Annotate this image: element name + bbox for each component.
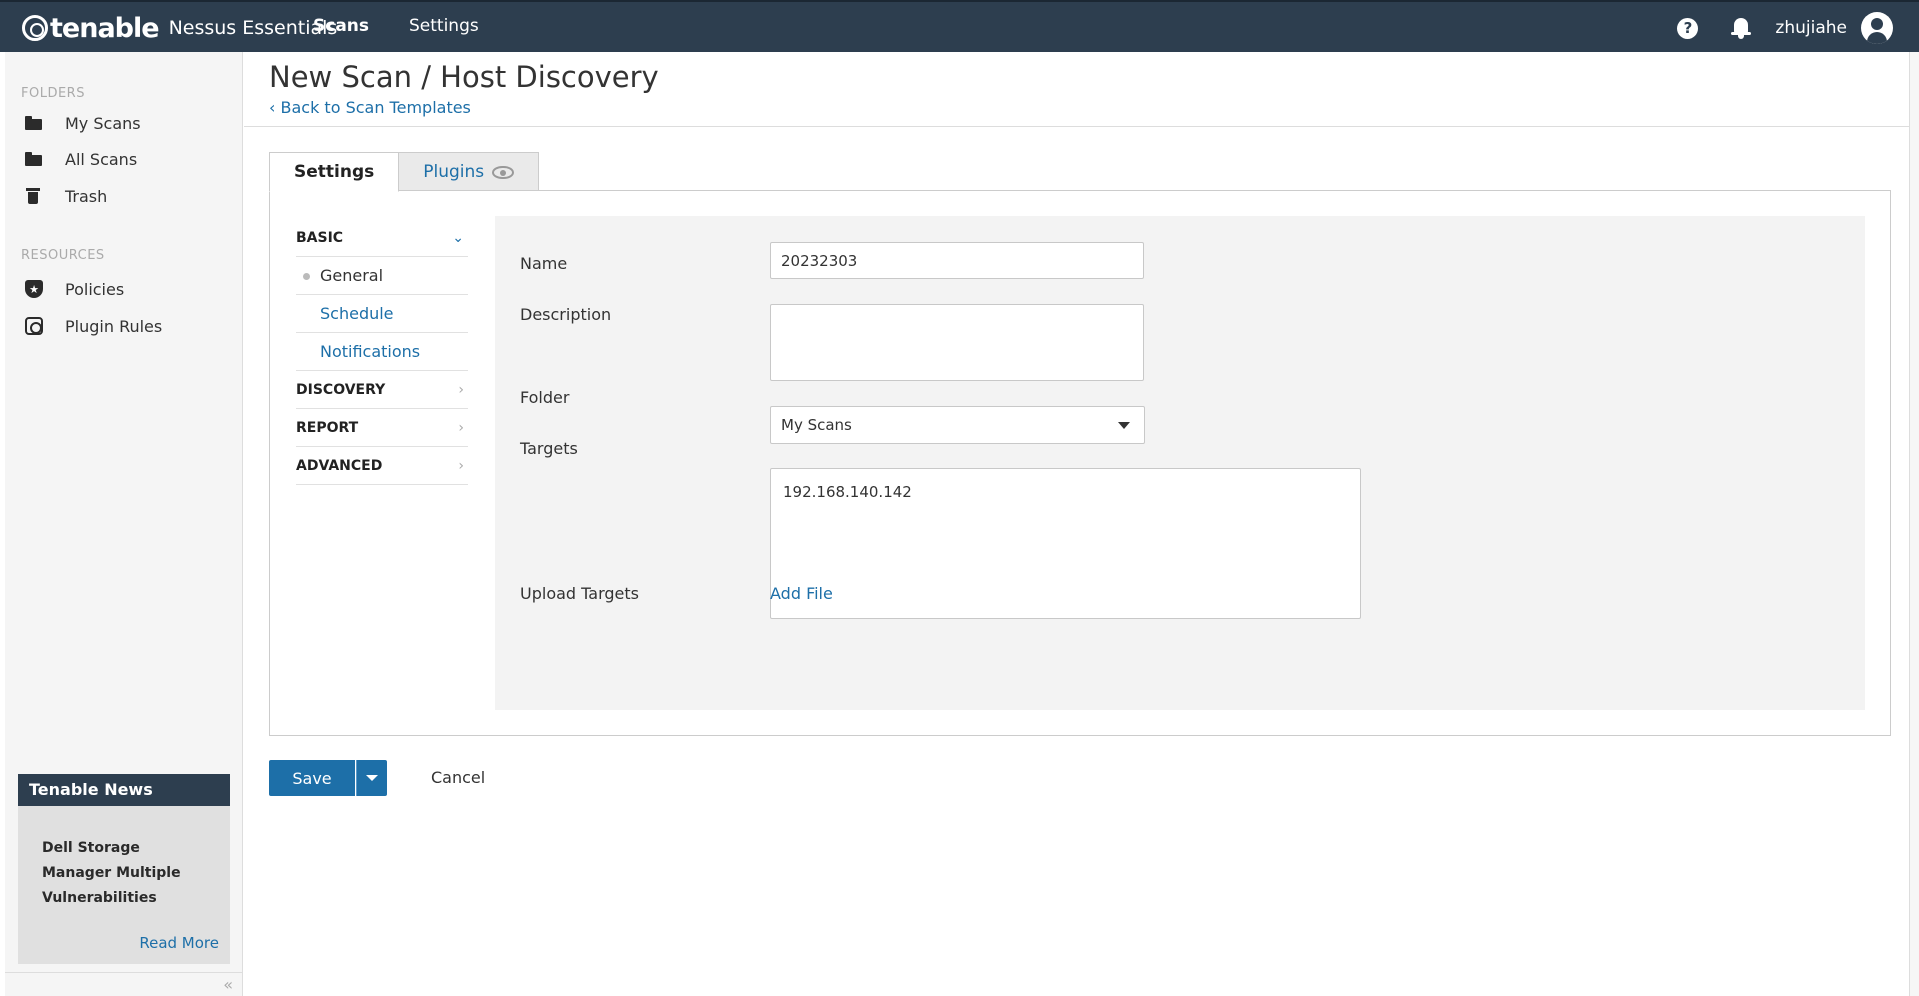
top-bar: tenable Nessus Essentials Scans Settings… bbox=[0, 0, 1919, 52]
trash-icon bbox=[25, 187, 43, 205]
current-item-dot bbox=[303, 273, 310, 280]
right-scroll-edge bbox=[1909, 52, 1919, 996]
menu-section-advanced[interactable]: ADVANCED › bbox=[296, 447, 468, 485]
chevron-down-icon: ⌄ bbox=[452, 229, 464, 246]
name-input[interactable]: 20232303 bbox=[770, 242, 1144, 279]
sidebar-item-label: All Scans bbox=[65, 149, 138, 169]
caret-down-icon bbox=[366, 775, 378, 781]
folder-icon bbox=[25, 150, 43, 168]
brand-name: tenable bbox=[50, 12, 160, 44]
menu-item-notifications[interactable]: Notifications bbox=[296, 333, 468, 371]
nav-settings[interactable]: Settings bbox=[409, 16, 479, 36]
folder-select[interactable]: My Scans bbox=[770, 406, 1145, 444]
notifications-bell-icon[interactable] bbox=[1731, 17, 1752, 39]
header-divider bbox=[244, 126, 1919, 127]
news-title: Tenable News bbox=[18, 774, 230, 806]
menu-item-general[interactable]: General bbox=[296, 257, 468, 295]
chevron-right-icon: › bbox=[458, 457, 464, 474]
tab-label: Settings bbox=[294, 162, 375, 182]
sidebar-item-label: Trash bbox=[65, 186, 108, 206]
sidebar-item-policies[interactable]: ★ Policies bbox=[25, 276, 124, 302]
menu-section-label: DISCOVERY bbox=[296, 381, 386, 398]
save-button[interactable]: Save bbox=[269, 760, 355, 796]
add-file-link[interactable]: Add File bbox=[770, 584, 833, 603]
sidebar-item-label: Policies bbox=[65, 279, 125, 299]
tenable-news-widget: Tenable News Dell Storage Manager Multip… bbox=[18, 774, 230, 964]
news-read-more-link[interactable]: Read More bbox=[139, 934, 219, 952]
menu-item-label: General bbox=[320, 266, 384, 285]
targets-textarea[interactable]: 192.168.140.142 bbox=[770, 468, 1361, 619]
tab-label: Plugins bbox=[423, 162, 485, 182]
sidebar-item-plugin-rules[interactable]: Plugin Rules bbox=[25, 313, 162, 339]
plugin-rules-icon bbox=[25, 317, 43, 335]
settings-menu: BASIC ⌄ General Schedule Notifications D… bbox=[296, 219, 468, 485]
tenable-logo[interactable]: tenable Nessus Essentials bbox=[22, 12, 337, 44]
help-icon[interactable]: ? bbox=[1677, 17, 1699, 39]
tenable-logo-icon bbox=[22, 15, 48, 41]
folder-label: Folder bbox=[520, 388, 570, 407]
cancel-button[interactable]: Cancel bbox=[431, 768, 485, 787]
chevron-right-icon: › bbox=[458, 381, 464, 398]
name-label: Name bbox=[520, 254, 568, 273]
policy-shield-icon: ★ bbox=[25, 280, 43, 298]
general-settings-form: Name 20232303 Description Folder My Scan… bbox=[495, 216, 1865, 710]
page-title: New Scan / Host Discovery bbox=[269, 60, 659, 94]
upload-targets-label: Upload Targets bbox=[520, 584, 639, 603]
chevron-right-icon: › bbox=[458, 419, 464, 436]
tab-settings[interactable]: Settings bbox=[269, 152, 400, 192]
caret-down-icon bbox=[1118, 421, 1130, 429]
sidebar-item-label: Plugin Rules bbox=[65, 316, 163, 336]
description-textarea[interactable] bbox=[770, 304, 1144, 381]
folder-icon bbox=[25, 114, 43, 132]
settings-panel: BASIC ⌄ General Schedule Notifications D… bbox=[269, 190, 1891, 736]
eye-icon bbox=[492, 165, 515, 179]
menu-section-label: REPORT bbox=[296, 419, 359, 436]
sidebar-collapse-bar: « bbox=[5, 972, 243, 996]
username[interactable]: zhujiahe bbox=[1775, 18, 1847, 38]
folders-section-title: FOLDERS bbox=[21, 86, 85, 101]
menu-section-report[interactable]: REPORT › bbox=[296, 409, 468, 447]
save-options-dropdown[interactable] bbox=[356, 760, 387, 796]
menu-section-label: ADVANCED bbox=[296, 457, 383, 474]
product-name: Nessus Essentials bbox=[168, 17, 338, 39]
menu-item-schedule[interactable]: Schedule bbox=[296, 295, 468, 333]
menu-item-label: Schedule bbox=[320, 304, 394, 323]
tab-bar: Settings Plugins bbox=[269, 152, 540, 192]
targets-label: Targets bbox=[520, 439, 578, 458]
back-to-templates-link[interactable]: ‹ Back to Scan Templates bbox=[269, 98, 471, 117]
tab-plugins[interactable]: Plugins bbox=[399, 152, 540, 192]
sidebar-item-all-scans[interactable]: All Scans bbox=[25, 146, 137, 172]
sidebar-item-trash[interactable]: Trash bbox=[25, 183, 107, 209]
menu-section-basic[interactable]: BASIC ⌄ bbox=[296, 219, 468, 257]
nav-scans[interactable]: Scans bbox=[313, 16, 369, 36]
folder-select-value: My Scans bbox=[781, 416, 852, 434]
resources-section-title: RESOURCES bbox=[21, 248, 105, 263]
sidebar-item-label: My Scans bbox=[65, 113, 141, 133]
sidebar: FOLDERS My Scans All Scans Trash RESOURC… bbox=[5, 52, 243, 996]
menu-section-label: BASIC bbox=[296, 229, 344, 246]
news-headline[interactable]: Dell Storage Manager Multiple Vulnerabil… bbox=[18, 806, 230, 911]
collapse-sidebar-icon[interactable]: « bbox=[223, 975, 233, 994]
user-avatar-icon[interactable] bbox=[1861, 12, 1893, 44]
menu-item-label: Notifications bbox=[320, 342, 421, 361]
menu-section-discovery[interactable]: DISCOVERY › bbox=[296, 371, 468, 409]
sidebar-item-my-scans[interactable]: My Scans bbox=[25, 110, 141, 136]
description-label: Description bbox=[520, 305, 612, 324]
